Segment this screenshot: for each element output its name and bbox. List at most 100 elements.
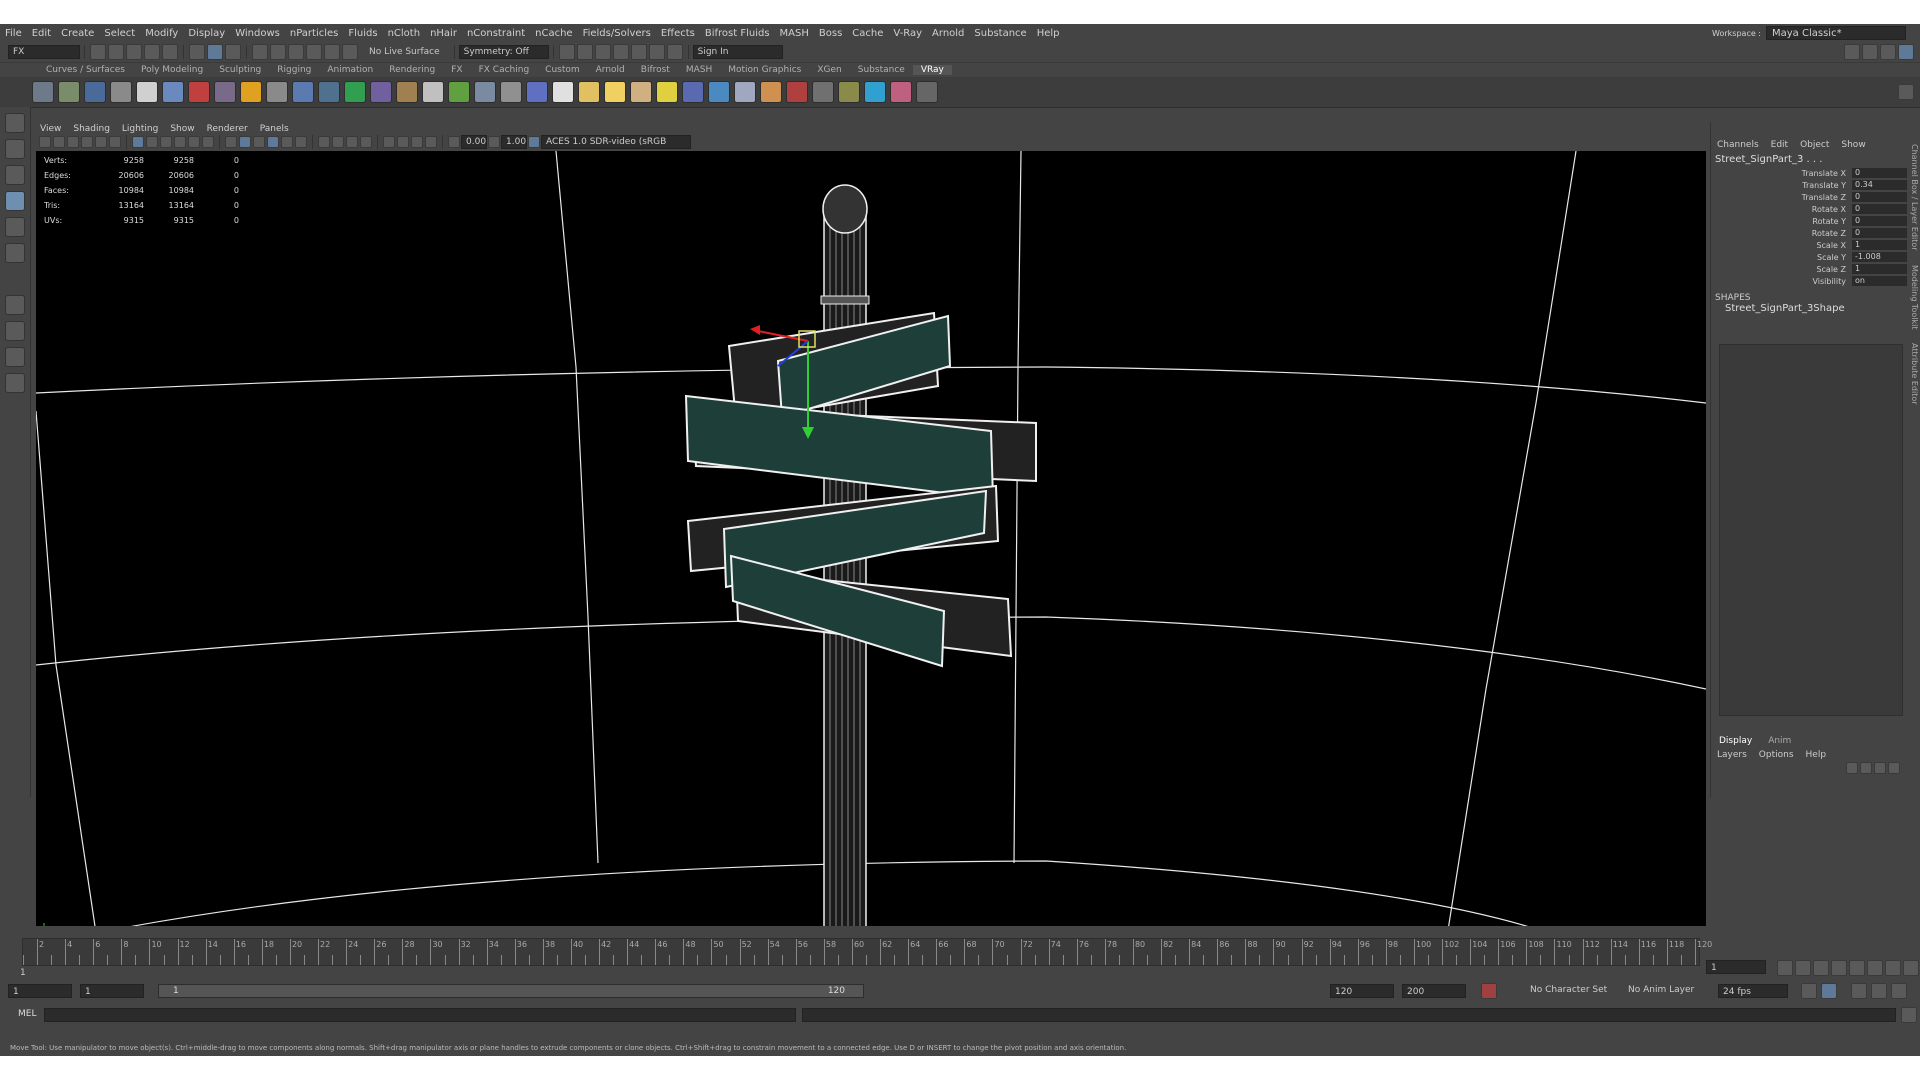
smooth-shade-icon[interactable] xyxy=(239,136,251,148)
vray-planet-icon[interactable] xyxy=(526,81,548,103)
snap-curve-icon[interactable] xyxy=(270,44,286,60)
ambient-occlusion-icon[interactable] xyxy=(318,136,330,148)
shape-node-name[interactable]: Street_SignPart_3Shape xyxy=(1711,303,1911,314)
attr-rotate-y[interactable]: Rotate Y 0 xyxy=(1711,215,1911,227)
new-layer-icon[interactable] xyxy=(1874,762,1886,774)
shelf-tab-bifrost[interactable]: Bifrost xyxy=(633,65,678,75)
two-d-pan-icon[interactable] xyxy=(95,136,107,148)
move-tool-icon[interactable] xyxy=(5,191,25,211)
wireframe-on-shaded-icon[interactable] xyxy=(253,136,265,148)
depth-of-field-icon[interactable] xyxy=(360,136,372,148)
attribute-editor-icon[interactable] xyxy=(1862,44,1878,60)
new-scene-icon[interactable] xyxy=(90,44,106,60)
step-back-frame-icon[interactable] xyxy=(1813,960,1829,976)
vray-checker-icon[interactable] xyxy=(812,81,834,103)
layers-menu[interactable]: Layers xyxy=(1711,750,1753,760)
select-object-icon[interactable] xyxy=(207,44,223,60)
motion-blur-icon[interactable] xyxy=(332,136,344,148)
menu-mash[interactable]: MASH xyxy=(775,28,814,39)
time-ruler[interactable]: 2 4 6 8 10 12 14 16 18 20 22 24 26 28 30 32 34 36 38 40 42 44… xyxy=(22,938,1712,966)
vray-ies-icon[interactable] xyxy=(630,81,652,103)
shadows-icon[interactable] xyxy=(295,136,307,148)
menu-arnold[interactable]: Arnold xyxy=(927,28,969,39)
resolution-gate-icon[interactable] xyxy=(160,136,172,148)
view-transform-dropdown[interactable]: ACES 1.0 SDR-video (sRGB xyxy=(541,135,691,149)
vray-proxy-icon[interactable] xyxy=(136,81,158,103)
menuset-dropdown[interactable]: FX xyxy=(8,45,80,59)
attr-value[interactable]: 0 xyxy=(1852,216,1907,226)
menu-effects[interactable]: Effects xyxy=(656,28,700,39)
animation-start-field[interactable]: 1 xyxy=(8,984,72,998)
attr-rotate-x[interactable]: Rotate X 0 xyxy=(1711,203,1911,215)
snap-view-plane-icon[interactable] xyxy=(324,44,340,60)
channels-menu[interactable]: Channels xyxy=(1711,140,1765,150)
modeling-toolkit-icon[interactable] xyxy=(1844,44,1860,60)
redo-icon[interactable] xyxy=(162,44,178,60)
exposure-field[interactable]: 0.00 xyxy=(461,135,487,149)
rotate-tool-icon[interactable] xyxy=(5,217,25,237)
vray-render-icon[interactable] xyxy=(648,44,665,60)
viewport-menu-shading[interactable]: Shading xyxy=(67,124,116,134)
layout-four-icon[interactable] xyxy=(5,347,25,367)
current-frame-left[interactable]: 1 xyxy=(16,966,26,980)
sound-icon[interactable] xyxy=(1851,983,1867,999)
selected-object-name[interactable]: Street_SignPart_3 . . . xyxy=(1711,150,1911,167)
menu-cache[interactable]: Cache xyxy=(847,28,888,39)
vray-mtl-icon[interactable] xyxy=(188,81,210,103)
bookmark-icon[interactable] xyxy=(67,136,79,148)
menu-nconstraint[interactable]: nConstraint xyxy=(462,28,530,39)
attr-translate-z[interactable]: Translate Z 0 xyxy=(1711,191,1911,203)
go-to-start-icon[interactable] xyxy=(1777,960,1793,976)
shelf-tab-substance[interactable]: Substance xyxy=(850,65,913,75)
snap-grid-icon[interactable] xyxy=(252,44,268,60)
attr-scale-y[interactable]: Scale Y -1.008 xyxy=(1711,251,1911,263)
vray-gear-icon[interactable] xyxy=(474,81,496,103)
last-tool-icon[interactable] xyxy=(5,295,25,315)
tab-display[interactable]: Display xyxy=(1711,736,1760,746)
menu-fluids[interactable]: Fluids xyxy=(343,28,382,39)
menu-display[interactable]: Display xyxy=(183,28,230,39)
vray-plane-light-icon[interactable] xyxy=(578,81,600,103)
attr-value[interactable]: 1 xyxy=(1852,264,1907,274)
viewport-menu-show[interactable]: Show xyxy=(164,124,200,134)
shelf-tab-fx-caching[interactable]: FX Caching xyxy=(471,65,538,75)
options-menu[interactable]: Options xyxy=(1753,750,1800,760)
shelf-tab-mash[interactable]: MASH xyxy=(678,65,720,75)
attr-visibility[interactable]: Visibility on xyxy=(1711,275,1911,287)
snap-projected-icon[interactable] xyxy=(306,44,322,60)
step-forward-key-icon[interactable] xyxy=(1885,960,1901,976)
anim-layer-dropdown[interactable]: No Anim Layer xyxy=(1628,985,1694,995)
attr-value[interactable]: -1.008 xyxy=(1852,252,1907,262)
play-backwards-icon[interactable] xyxy=(1831,960,1847,976)
menu-ncache[interactable]: nCache xyxy=(530,28,577,39)
object-menu[interactable]: Object xyxy=(1794,140,1835,150)
channel-box-icon[interactable] xyxy=(1898,44,1914,60)
range-slider-bar[interactable]: 1 120 xyxy=(158,984,864,998)
vray-material-ball-icon[interactable] xyxy=(370,81,392,103)
attr-value[interactable]: on xyxy=(1852,276,1907,286)
vray-sphere-light-icon[interactable] xyxy=(734,81,756,103)
attr-scale-z[interactable]: Scale Z 1 xyxy=(1711,263,1911,275)
viewport-menu-lighting[interactable]: Lighting xyxy=(116,124,164,134)
vray-cone-icon[interactable] xyxy=(344,81,366,103)
layer-move-down-icon[interactable] xyxy=(1860,762,1872,774)
field-chart-icon[interactable] xyxy=(188,136,200,148)
shelf-tab-animation[interactable]: Animation xyxy=(319,65,381,75)
shelf-tab-vray[interactable]: VRay xyxy=(912,65,952,75)
vray-asset-editor-icon[interactable] xyxy=(32,81,54,103)
vray-frame-buffer-icon[interactable] xyxy=(84,81,106,103)
shelf-tab-poly-modeling[interactable]: Poly Modeling xyxy=(133,65,211,75)
pause-icon[interactable] xyxy=(666,44,683,60)
viewport-menu-view[interactable]: View xyxy=(34,124,67,134)
image-plane-icon[interactable] xyxy=(81,136,93,148)
vray-cloud-icon[interactable] xyxy=(864,81,886,103)
wireframe-icon[interactable] xyxy=(225,136,237,148)
color-management-icon[interactable] xyxy=(528,136,540,148)
outliner-icon[interactable] xyxy=(5,373,25,393)
step-back-key-icon[interactable] xyxy=(1795,960,1811,976)
symmetry-dropdown[interactable]: Symmetry: Off xyxy=(458,45,549,59)
vray-sun-icon[interactable] xyxy=(604,81,626,103)
vray-fur-icon[interactable] xyxy=(214,81,236,103)
gamma-field[interactable]: 1.00 xyxy=(501,135,527,149)
preferences-icon[interactable] xyxy=(1871,983,1887,999)
